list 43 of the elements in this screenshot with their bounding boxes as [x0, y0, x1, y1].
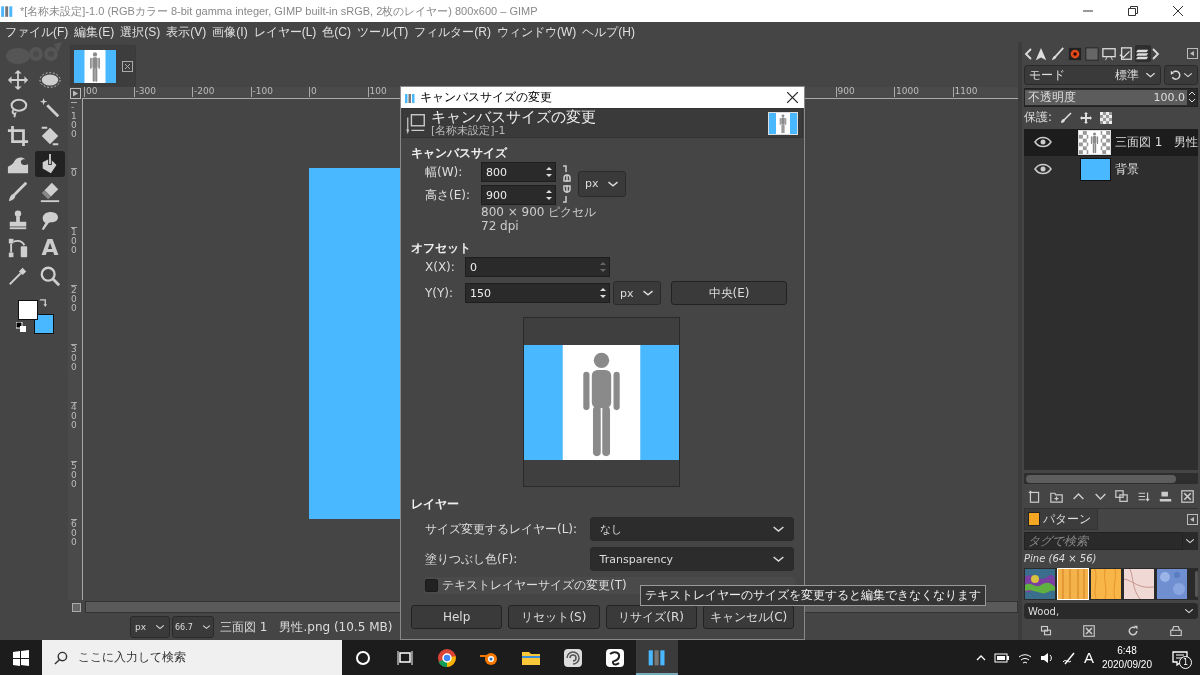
ruler-label: 900 — [835, 87, 855, 97]
ruler-label: 0 — [71, 168, 77, 178]
field-label: 高さ(E): — [425, 186, 471, 204]
field-label: Y(Y): — [425, 286, 455, 300]
field-label: 幅(W): — [425, 163, 464, 181]
tooltip: テキストレイヤーのサイズを変更すると編集できなくなります — [640, 585, 986, 606]
ruler-label: -300 — [133, 87, 156, 97]
opacity-value: 100.0 — [1153, 89, 1185, 105]
ruler-label: 100 — [367, 87, 387, 97]
ruler-label: -200 — [192, 87, 215, 97]
ruler-label: -100 — [250, 87, 273, 97]
ruler-label: 600 — [71, 519, 77, 547]
checkbox-label: テキストレイヤーサイズの変更(T) — [442, 577, 627, 594]
mode-label: モード — [1029, 66, 1065, 84]
resolution-info: 72 dpi — [481, 219, 520, 233]
ruler-label: 200 — [71, 285, 77, 313]
window-title: *[名称未設定]-1.0 (RGBカラー 8-bit gamma integer, GIMP built-in sRGB, 2枚のレイヤー) 800x600 – GIMP — [20, 3, 539, 19]
field-label: サイズ変更するレイヤー(L): — [425, 520, 579, 538]
ruler-label: 1100 — [952, 87, 978, 97]
ruler-label: 500 — [71, 460, 77, 489]
lock-label: 保護: — [1024, 109, 1053, 127]
ruler-label: 300 — [71, 343, 77, 372]
layer-name: 三面図 1 男性 — [1115, 133, 1198, 151]
ruler-label: 1000 — [894, 87, 919, 97]
opacity-label: 不透明度 — [1028, 89, 1076, 105]
ruler-label: -100 — [71, 101, 77, 139]
mode-value: 標準 — [1115, 66, 1139, 84]
ruler-label: 0 — [309, 87, 317, 97]
dialog-heading: キャンバスサイズの変更 — [431, 110, 596, 125]
section-heading: レイヤー — [411, 497, 460, 511]
ruler-label: 400 — [71, 402, 77, 430]
dialog-title: キャンバスサイズの変更 — [420, 89, 552, 106]
ruler-label: 00 — [84, 87, 98, 97]
ruler-label: 100 — [71, 226, 77, 255]
status-text: 三面図 1 男性.png (10.5 MB) — [220, 618, 393, 636]
size-info: 800 × 900 ピクセル — [481, 205, 598, 219]
pattern-name: Pine (64 × 56) — [1024, 553, 1098, 566]
field-label: X(X): — [425, 260, 456, 274]
layer-name: 背景 — [1115, 160, 1139, 178]
section-heading: キャンバスサイズ — [411, 146, 509, 160]
field-label: 塗りつぶし色(F): — [425, 550, 519, 568]
section-heading: オフセット — [411, 241, 472, 255]
image-name: [名称未設定]-1 — [431, 125, 507, 136]
